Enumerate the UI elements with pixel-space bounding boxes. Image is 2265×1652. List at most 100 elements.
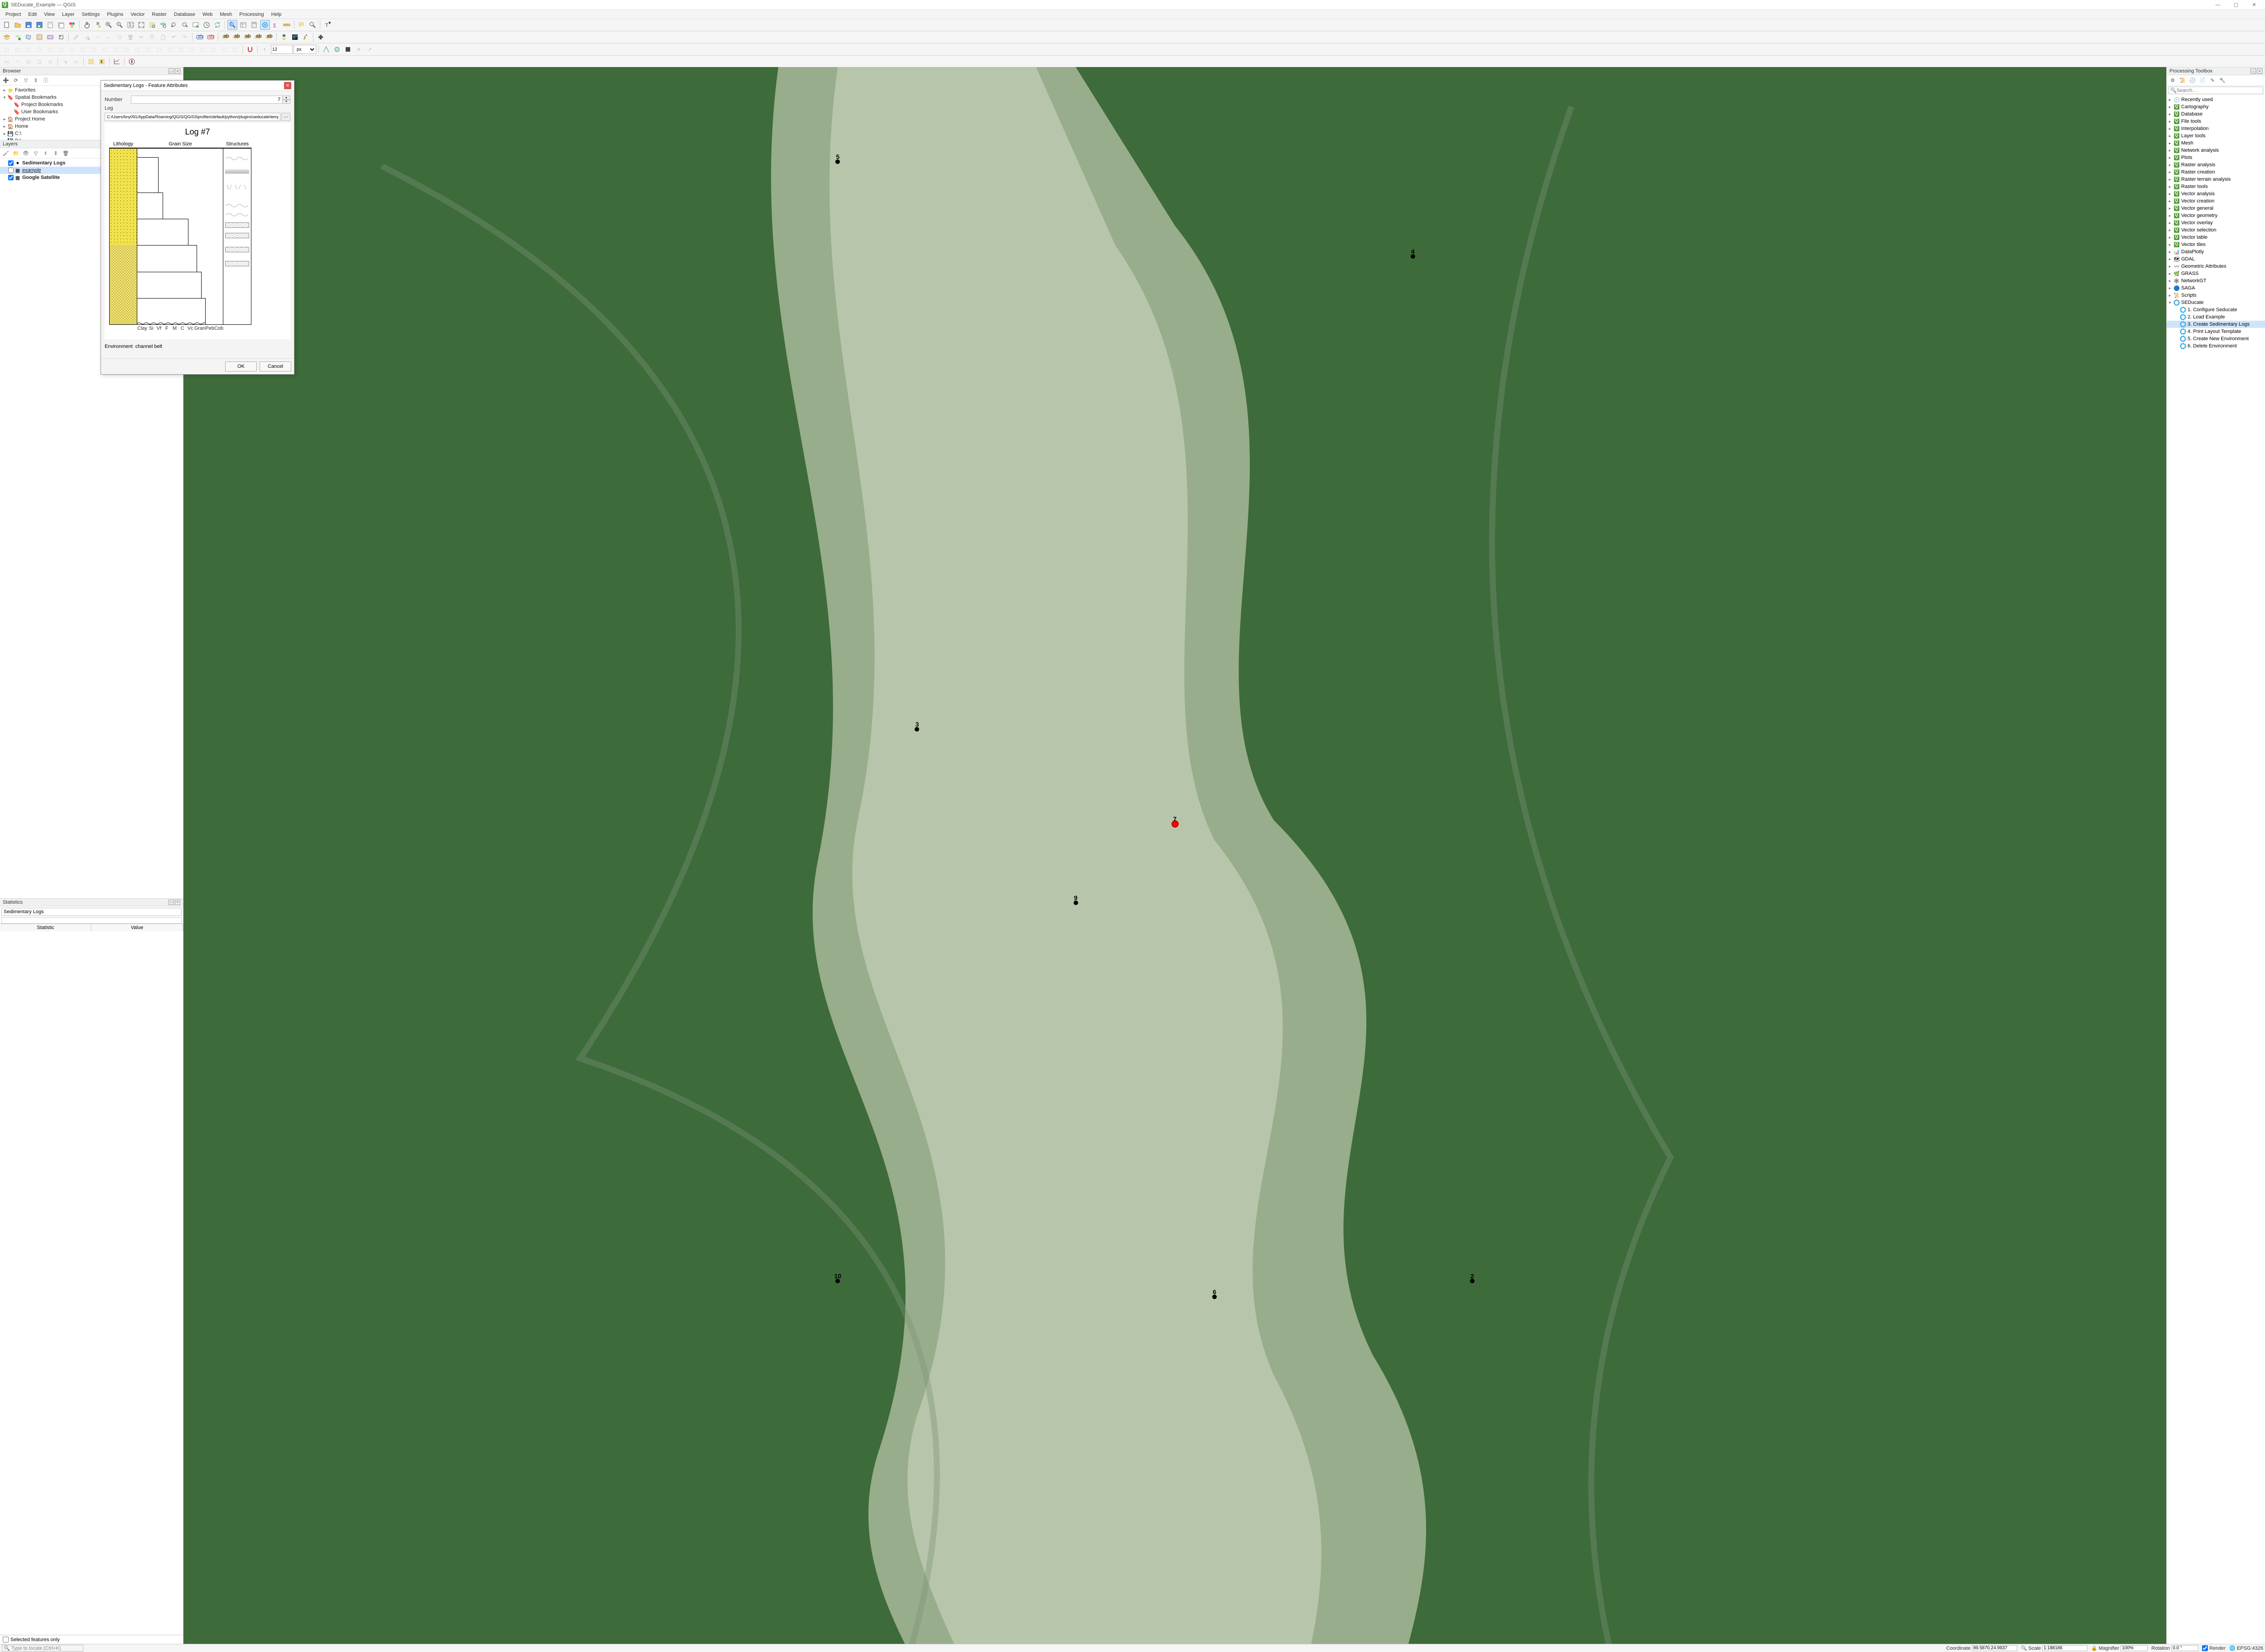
toolbox-group[interactable]: ▸Raster tools xyxy=(2167,183,2265,190)
expand-icon[interactable]: ▸ xyxy=(2168,192,2172,197)
data-source-manager-button[interactable] xyxy=(2,32,12,42)
expand-icon[interactable]: ▸ xyxy=(2168,221,2172,226)
map-canvas[interactable]: 543791062 xyxy=(183,67,2166,1644)
new-virtual-layer-button[interactable] xyxy=(45,32,55,42)
undo-button[interactable]: ↶ xyxy=(169,32,179,42)
digitize-21-button[interactable]: ⬚ xyxy=(219,44,229,54)
expand-icon[interactable]: ▸ xyxy=(2168,148,2172,153)
menu-view[interactable]: View xyxy=(40,11,58,18)
layers-style-button[interactable]: 🖌 xyxy=(2,149,10,157)
expand-icon[interactable]: ▾ xyxy=(2168,300,2172,305)
stats-selected-only-checkbox[interactable] xyxy=(3,1637,9,1642)
toolbox-algorithm[interactable]: 4. Print Layout Template xyxy=(2167,328,2265,335)
new-geopackage-button[interactable] xyxy=(13,32,23,42)
snapping-button[interactable] xyxy=(245,44,255,54)
digitize-9-button[interactable]: ⬚ xyxy=(89,44,99,54)
tool-ann-2[interactable]: ▭ xyxy=(71,57,81,67)
scale-input[interactable] xyxy=(2042,1645,2087,1651)
cancel-button[interactable]: Cancel xyxy=(260,361,291,371)
style-manager-button[interactable] xyxy=(67,20,77,30)
layers-visibility-button[interactable]: 👁 xyxy=(22,149,30,157)
zoom-last-button[interactable] xyxy=(169,20,179,30)
digitize-20-button[interactable]: ⬚ xyxy=(208,44,218,54)
toolbox-group[interactable]: ▸Vector creation xyxy=(2167,197,2265,205)
paste-feature-button[interactable]: 📋 xyxy=(158,32,168,42)
toolbox-tree[interactable]: ▸🕘Recently used▸Cartography▸Database▸Fil… xyxy=(2167,95,2265,1644)
toolbox-group[interactable]: ▸Database xyxy=(2167,111,2265,118)
plugin-builder-button[interactable] xyxy=(301,32,311,42)
expand-icon[interactable]: ▸ xyxy=(2,131,7,136)
number-input[interactable] xyxy=(131,96,283,104)
toolbox-group[interactable]: ▸🌿GRASS xyxy=(2167,270,2265,277)
toolbox-search-input[interactable] xyxy=(2177,88,2261,93)
expand-icon[interactable]: ▸ xyxy=(2168,199,2172,204)
status-crs[interactable]: 🌐 EPSG:4326 xyxy=(2229,1645,2263,1651)
stats-undock-button[interactable]: ▭ xyxy=(169,900,174,905)
zoom-full-button[interactable] xyxy=(136,20,146,30)
map-tips-button[interactable] xyxy=(297,20,307,30)
select-by-expression-button[interactable]: ε xyxy=(97,57,107,67)
toolbox-group[interactable]: ▸Vector overlay xyxy=(2167,219,2265,226)
digitize-15-button[interactable]: ⬚ xyxy=(154,44,164,54)
expand-icon[interactable]: ▸ xyxy=(2168,228,2172,233)
layer-visibility-checkbox[interactable] xyxy=(8,168,14,173)
toolbox-group[interactable]: ▸Vector general xyxy=(2167,205,2265,212)
delete-feature-button[interactable]: 🗑 xyxy=(125,32,135,42)
window-minimize-button[interactable]: — xyxy=(2209,0,2227,10)
expand-icon[interactable]: ▸ xyxy=(2168,112,2172,117)
layers-add-group-button[interactable]: 📁 xyxy=(12,149,20,157)
toolbox-group[interactable]: ▸Raster analysis xyxy=(2167,161,2265,169)
networkgt-3-button[interactable] xyxy=(343,44,353,54)
digitize-14-button[interactable]: ⬚ xyxy=(143,44,153,54)
layers-remove-button[interactable]: 🗑 xyxy=(62,149,70,157)
menu-project[interactable]: Project xyxy=(2,11,24,18)
toolbox-group[interactable]: ▸Vector analysis xyxy=(2167,190,2265,197)
menu-mesh[interactable]: Mesh xyxy=(216,11,236,18)
expand-icon[interactable]: ▸ xyxy=(2168,119,2172,124)
toolbox-algorithm[interactable]: 6. Delete Environment xyxy=(2167,342,2265,350)
menu-database[interactable]: Database xyxy=(170,11,199,18)
menu-processing[interactable]: Processing xyxy=(236,11,267,18)
expand-icon[interactable]: ▸ xyxy=(2168,279,2172,284)
add-feature-button[interactable]: ⬝ xyxy=(93,32,103,42)
toolbox-undock-button[interactable]: ▭ xyxy=(2251,68,2256,74)
toolbox-close-button[interactable]: ✕ xyxy=(2257,68,2262,74)
new-map-view-button[interactable]: + xyxy=(191,20,201,30)
expand-icon[interactable]: ▸ xyxy=(2168,206,2172,211)
menu-plugins[interactable]: Plugins xyxy=(103,11,127,18)
expand-icon[interactable]: ▸ xyxy=(2168,257,2172,262)
menu-settings[interactable]: Settings xyxy=(78,11,103,18)
toolbox-group[interactable]: ▸🔵SAGA xyxy=(2167,284,2265,292)
browser-close-button[interactable]: ✕ xyxy=(175,68,180,74)
ok-button[interactable]: OK xyxy=(225,361,257,371)
digitize-17-button[interactable]: ⬚ xyxy=(176,44,186,54)
expand-icon[interactable]: ▸ xyxy=(2168,134,2172,139)
plugin-manager-button[interactable] xyxy=(316,32,326,42)
expand-icon[interactable]: ▸ xyxy=(2168,155,2172,160)
toolbox-algorithm[interactable]: 5. Create New Environment xyxy=(2167,335,2265,342)
label-tool-1-button[interactable]: abc xyxy=(221,32,231,42)
digitize-5-button[interactable]: ⬚ xyxy=(45,44,55,54)
expand-icon[interactable]: ▸ xyxy=(2168,250,2172,255)
layers-expand-button[interactable]: ⇕ xyxy=(52,149,60,157)
zoom-in-button[interactable] xyxy=(104,20,114,30)
layers-filter-button[interactable]: ▽ xyxy=(32,149,40,157)
toolbox-group[interactable]: ▸Interpolation xyxy=(2167,125,2265,132)
toolbox-group[interactable]: ▸Mesh xyxy=(2167,140,2265,147)
expand-icon[interactable]: ▸ xyxy=(2168,141,2172,146)
toolbox-edit-button[interactable]: ✎ xyxy=(2208,76,2217,84)
toolbox-algorithm[interactable]: 2. Load Example xyxy=(2167,313,2265,321)
rot-input[interactable] xyxy=(2171,1645,2198,1651)
toolbox-group[interactable]: ▸Cartography xyxy=(2167,103,2265,111)
expand-icon[interactable]: ▸ xyxy=(2,124,7,129)
toolbox-group[interactable]: ▸Layer tools xyxy=(2167,132,2265,140)
toolbox-group[interactable]: ▸🗺GDAL xyxy=(2167,255,2265,263)
expand-icon[interactable]: ▸ xyxy=(2168,242,2172,247)
expand-icon[interactable]: ▸ xyxy=(2,88,7,93)
statistics-button[interactable]: Σ xyxy=(271,20,281,30)
toolbox-group[interactable]: ▸Vector table xyxy=(2167,234,2265,241)
menu-edit[interactable]: Edit xyxy=(24,11,40,18)
expand-icon[interactable]: ▸ xyxy=(2168,177,2172,182)
stats-close-button[interactable]: ✕ xyxy=(175,900,180,905)
cut-feature-button[interactable]: ✂ xyxy=(136,32,146,42)
